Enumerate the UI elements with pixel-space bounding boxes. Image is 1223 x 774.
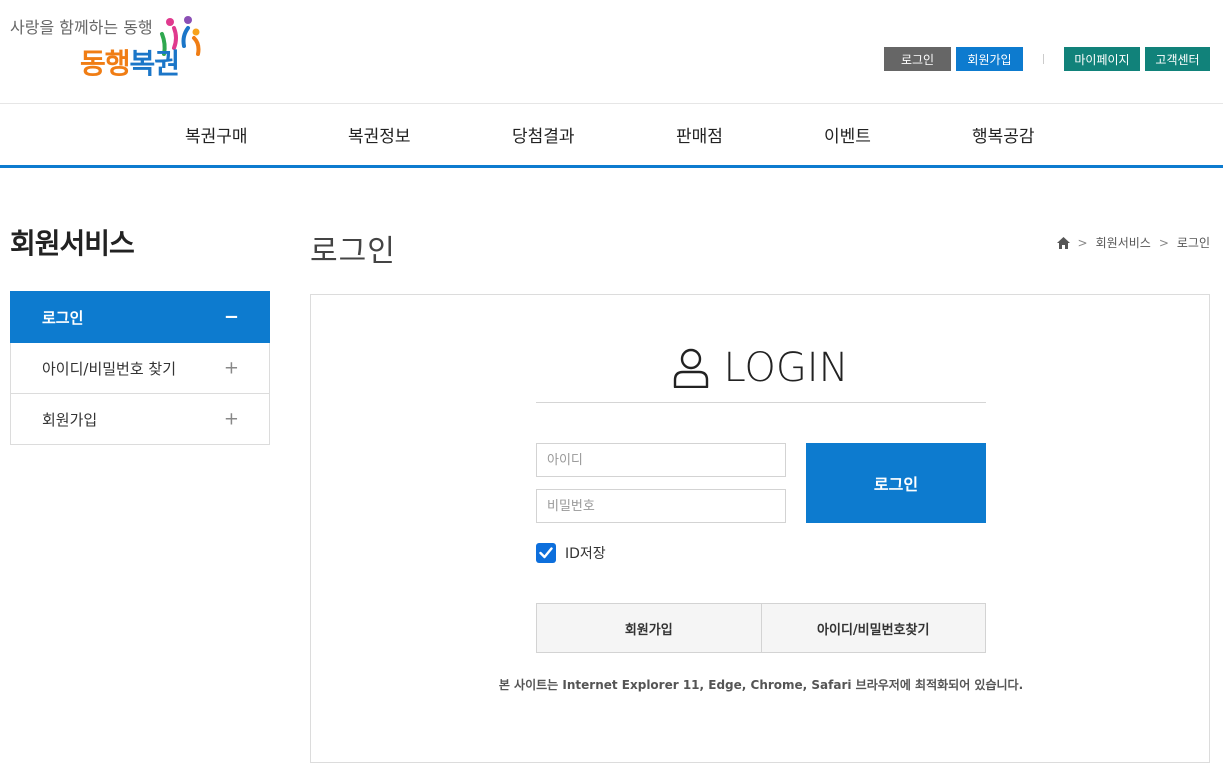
find-account-button[interactable]: 아이디/비밀번호찾기 [761, 603, 986, 653]
sidebar-title: 회원서비스 [10, 227, 135, 260]
nav-item-buy[interactable]: 복권구매 [185, 104, 248, 165]
header-join-button[interactable]: 회원가입 [956, 47, 1023, 71]
login-heading: LOGIN [536, 333, 986, 403]
logo-wordmark: 동행복권 [80, 42, 181, 82]
plus-icon: + [223, 357, 239, 379]
sidebar-item-login[interactable]: 로그인 − [10, 291, 270, 343]
sidebar-item-label: 로그인 [42, 308, 84, 327]
plus-icon: + [223, 408, 239, 430]
breadcrumb: > 회원서비스 > 로그인 [1056, 234, 1210, 251]
minus-icon: − [223, 306, 239, 328]
logo-word-1: 동행 [80, 47, 131, 80]
browser-notice: 본 사이트는 Internet Explorer 11, Edge, Chrom… [498, 678, 1024, 692]
site-header: 사랑을 함께하는 동행 동행복권 로그인 회원가입 마이페이지 고객센터 [0, 0, 1223, 104]
login-heading-text: LOGIN [723, 344, 849, 391]
header-login-button[interactable]: 로그인 [884, 47, 951, 71]
breadcrumb-item[interactable]: 회원서비스 [1096, 234, 1151, 251]
chevron-right-icon: > [1077, 235, 1088, 250]
header-customer-button[interactable]: 고객센터 [1145, 47, 1210, 71]
login-submit-button[interactable]: 로그인 [806, 443, 986, 523]
util-divider [1043, 54, 1044, 64]
login-box: LOGIN 로그인 ID저장 회원가입 아이디/비밀번호찾기 본 사이트는 In… [310, 294, 1210, 763]
sidebar-item-join[interactable]: 회원가입 + [10, 394, 270, 445]
util-nav-member: 로그인 회원가입 [884, 47, 1023, 71]
nav-item-happiness[interactable]: 행복공감 [972, 104, 1035, 165]
nav-item-results[interactable]: 당첨결과 [512, 104, 575, 165]
nav-item-events[interactable]: 이벤트 [824, 104, 871, 165]
sub-actions: 회원가입 아이디/비밀번호찾기 [536, 603, 986, 653]
sidebar-menu: 로그인 − 아이디/비밀번호 찾기 + 회원가입 + [10, 291, 270, 445]
site-logo[interactable]: 사랑을 함께하는 동행 동행복권 [10, 12, 210, 92]
sidebar-item-label: 회원가입 [42, 410, 98, 429]
save-id-checkbox[interactable]: ID저장 [536, 543, 606, 563]
home-icon[interactable] [1056, 236, 1070, 249]
password-input[interactable] [536, 489, 786, 523]
save-id-label: ID저장 [565, 546, 606, 562]
logo-slogan: 사랑을 함께하는 동행 [10, 18, 153, 37]
page-title: 로그인 [310, 234, 396, 269]
sidebar-item-label: 아이디/비밀번호 찾기 [42, 359, 177, 378]
sidebar-item-find-account[interactable]: 아이디/비밀번호 찾기 + [10, 343, 270, 394]
nav-item-info[interactable]: 복권정보 [348, 104, 411, 165]
checkbox-checked-icon[interactable] [536, 543, 556, 563]
nav-item-stores[interactable]: 판매점 [676, 104, 723, 165]
user-icon [674, 348, 709, 388]
chevron-right-icon: > [1158, 235, 1169, 250]
join-button[interactable]: 회원가입 [536, 603, 762, 653]
breadcrumb-item[interactable]: 로그인 [1177, 234, 1210, 251]
logo-word-2: 복권 [129, 47, 181, 80]
header-mypage-button[interactable]: 마이페이지 [1064, 47, 1140, 71]
util-nav-service: 마이페이지 고객센터 [1064, 47, 1210, 71]
main-nav: 복권구매 복권정보 당첨결과 판매점 이벤트 행복공감 [0, 104, 1223, 168]
id-input[interactable] [536, 443, 786, 477]
